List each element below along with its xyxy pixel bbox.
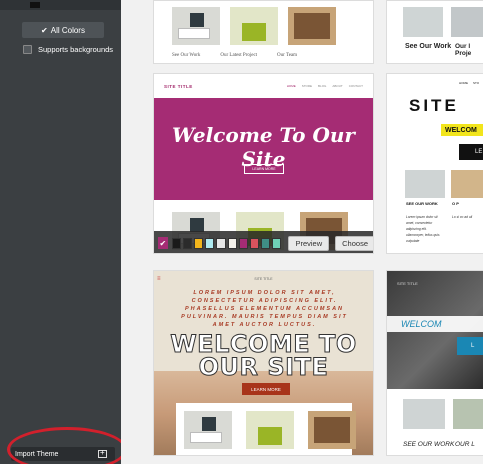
- learn-more-button: LEARN MORE: [242, 383, 290, 395]
- theme-nav: HOME STORE BLOG ABOUT CONTACT: [286, 84, 363, 88]
- supports-backgrounds-option[interactable]: Supports backgrounds: [23, 45, 113, 54]
- theme-action-bar: ✔ Preview Choose: [154, 231, 373, 253]
- thumbnail-image: [451, 170, 483, 198]
- all-colors-filter[interactable]: ✔ All Colors: [22, 22, 104, 38]
- learn-more-button: L: [457, 337, 483, 355]
- site-title: SITE TITLE: [254, 277, 273, 281]
- theme-grid: See Our Work Our Latest Project Our Team…: [121, 0, 483, 464]
- caption: O P: [452, 201, 459, 206]
- check-icon: ✔: [41, 25, 48, 35]
- color-swatch[interactable]: [261, 237, 271, 249]
- theme-header: SITE TITLE HOME STORE BLOG ABOUT CONTACT: [154, 74, 373, 98]
- sidebar-top-strip: [0, 0, 121, 10]
- site-title: SITE TITLE: [164, 84, 193, 89]
- color-swatch[interactable]: [193, 237, 204, 249]
- theme-picker-screen: ✔ All Colors Supports backgrounds Import…: [0, 0, 483, 464]
- thumbnail-image: [184, 411, 232, 449]
- theme-nav: HOME STO: [459, 81, 480, 85]
- theme-card[interactable]: See Our Work Our l Proje: [386, 0, 483, 64]
- theme-card-yellow[interactable]: HOME STO SITE WELCOM LE SEE OUR WORK O P …: [386, 73, 483, 254]
- theme-card[interactable]: See Our Work Our Latest Project Our Team: [153, 0, 374, 64]
- learn-more-button: LEARN MORE: [244, 164, 284, 174]
- choose-button[interactable]: Choose: [335, 235, 373, 251]
- caption: SEE OUR WORK: [406, 201, 438, 206]
- swatch-black[interactable]: [30, 2, 40, 8]
- body-text: Lorem ipsum dolor sit amet, consectetur …: [406, 215, 440, 243]
- thumbnail-image: [403, 399, 445, 429]
- preview-button[interactable]: Preview: [288, 235, 330, 251]
- thumbnail-image: [246, 411, 294, 449]
- highlight-circle-annotation: [7, 427, 127, 464]
- theme-card-dark[interactable]: SITE TITLE WELCOM L SEE OUR WORK OUR L: [386, 270, 483, 456]
- color-swatch[interactable]: [171, 237, 181, 249]
- color-swatch[interactable]: [238, 237, 248, 249]
- color-swatch[interactable]: [249, 237, 260, 249]
- caption: Our Team: [277, 53, 298, 58]
- supports-backgrounds-label: Supports backgrounds: [38, 45, 114, 54]
- thumbnail-image: [451, 7, 483, 37]
- caption: See Our Work: [172, 53, 201, 58]
- sidebar: ✔ All Colors Supports backgrounds Import…: [0, 0, 121, 464]
- hero-heading: WELCOME TO OUR SITE: [170, 330, 357, 381]
- thumbnail-image: [405, 170, 445, 198]
- theme-card-pink[interactable]: SITE TITLE HOME STORE BLOG ABOUT CONTACT…: [153, 73, 374, 254]
- theme-card-retro[interactable]: ≡ SITE TITLE LOREM IPSUM DOLOR SIT AMET,…: [153, 270, 374, 456]
- theme-lower: [176, 403, 356, 455]
- caption: SEE OUR WORK: [403, 441, 455, 448]
- caption: OUR L: [455, 441, 475, 448]
- color-swatch[interactable]: [216, 237, 226, 249]
- caption: See Our Work: [405, 43, 452, 50]
- color-swatch[interactable]: [272, 237, 282, 249]
- theme-hero: Welcome To Our Site LEARN MORE: [154, 98, 373, 200]
- hero-heading: WELCOM: [441, 124, 483, 136]
- body-text: LOREM IPSUM DOLOR SIT AMET, CONSECTETUR …: [181, 290, 348, 328]
- all-colors-label: All Colors: [50, 25, 85, 35]
- body-text: Lo si co ad ull: [452, 215, 473, 219]
- hero-heading: WELCOM: [387, 316, 483, 332]
- thumbnail-image: [453, 399, 483, 429]
- color-swatch[interactable]: [205, 237, 215, 249]
- thumbnail-image: [403, 7, 443, 37]
- thumbnail-image: [308, 411, 356, 449]
- site-title: SITE: [409, 96, 459, 115]
- color-swatch[interactable]: [182, 237, 192, 249]
- thumbnail-image: [172, 7, 220, 45]
- caption: Our Latest Project: [220, 53, 258, 58]
- thumbnail-image: [230, 7, 278, 45]
- thumbnail-image: [288, 7, 336, 45]
- learn-more-button: LE: [459, 144, 483, 160]
- supports-backgrounds-checkbox[interactable]: [23, 45, 32, 54]
- caption: Our l Proje: [455, 43, 472, 57]
- selected-check-icon[interactable]: ✔: [158, 237, 168, 249]
- color-swatch[interactable]: [227, 237, 237, 249]
- site-title: SITE TITLE: [397, 281, 418, 286]
